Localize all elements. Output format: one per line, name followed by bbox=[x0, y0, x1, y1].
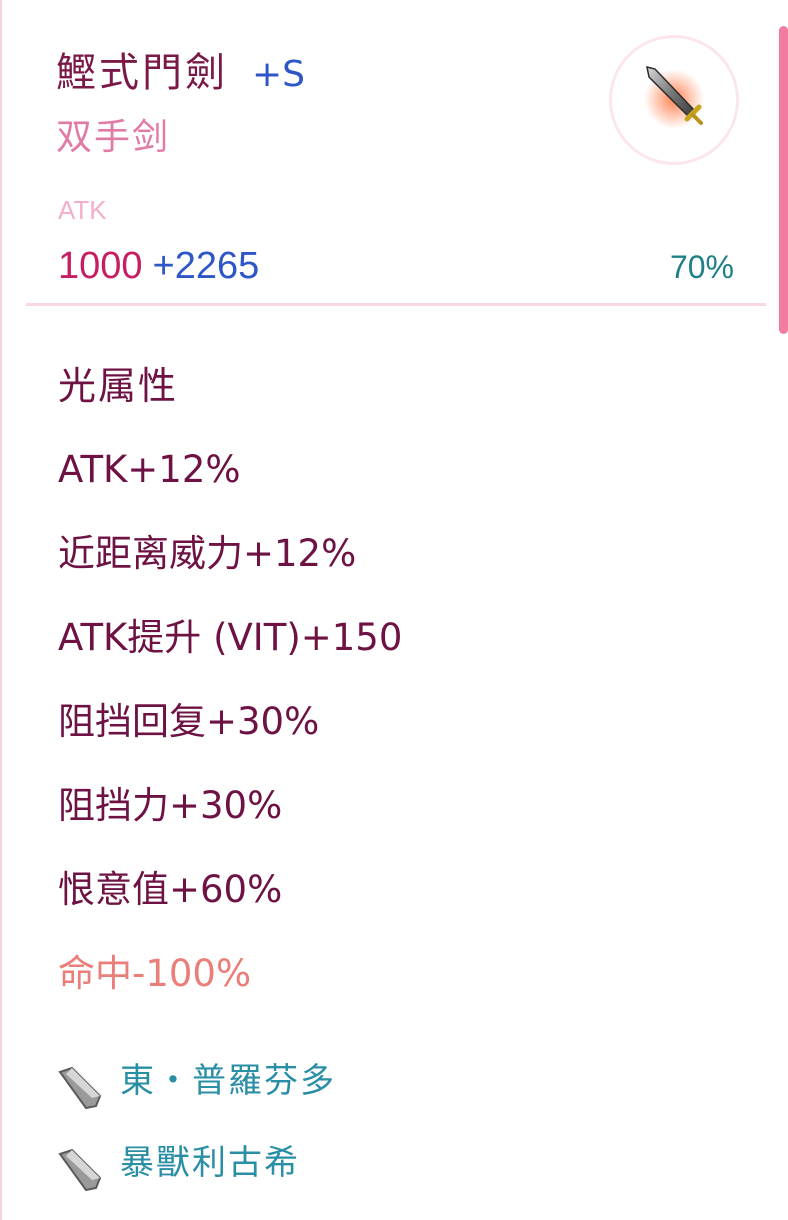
attribute-item: ATK提升 (VIT)+150 bbox=[58, 616, 403, 659]
crysta-icon bbox=[58, 1148, 102, 1192]
attribute-list: 光属性 ATK+12% 近距离威力+12% ATK提升 (VIT)+150 阻挡… bbox=[58, 352, 738, 1024]
item-name-row: 鰹式門劍 +S bbox=[56, 40, 616, 106]
attribute-element: 光属性 bbox=[58, 364, 179, 408]
crysta-list: 東・普羅芬多 暴獸利古希 bbox=[56, 1046, 736, 1210]
crysta-name: 東・普羅芬多 bbox=[120, 1060, 336, 1101]
attribute-item-negative: 命中-100% bbox=[58, 952, 252, 995]
crysta-item[interactable]: 暴獸利古希 bbox=[56, 1128, 736, 1210]
divider bbox=[26, 303, 766, 306]
scrollbar[interactable] bbox=[779, 26, 788, 334]
crysta-item[interactable]: 東・普羅芬多 bbox=[56, 1046, 736, 1128]
atk-row: 1000 +2265 70% bbox=[58, 245, 738, 297]
attribute-item: 阻挡回复+30% bbox=[58, 700, 320, 743]
item-header: 鰹式門劍 +S 双手剑 bbox=[56, 40, 616, 160]
crysta-name: 暴獸利古希 bbox=[120, 1142, 300, 1183]
item-name: 鰹式門劍 bbox=[56, 50, 228, 96]
attribute-item: 阻挡力+30% bbox=[58, 784, 283, 827]
two-handed-sword-icon bbox=[644, 65, 704, 129]
atk-bonus-value: +2265 bbox=[152, 245, 260, 287]
attribute-item: 恨意值+60% bbox=[58, 868, 283, 911]
crysta-icon bbox=[58, 1066, 102, 1110]
refine-level: +S bbox=[252, 54, 306, 95]
attribute-item: 近距离威力+12% bbox=[58, 532, 357, 575]
item-type: 双手剑 bbox=[56, 117, 171, 158]
atk-label: ATK bbox=[58, 195, 107, 225]
stability-value: 70% bbox=[669, 249, 734, 285]
item-icon-frame[interactable] bbox=[609, 35, 739, 165]
attribute-item: ATK+12% bbox=[58, 448, 241, 491]
item-detail-card: 鰹式門劍 +S 双手剑 ATK 1000 +2265 70% 光属性 ATK+1… bbox=[0, 0, 788, 1220]
atk-base-value: 1000 bbox=[58, 245, 143, 287]
